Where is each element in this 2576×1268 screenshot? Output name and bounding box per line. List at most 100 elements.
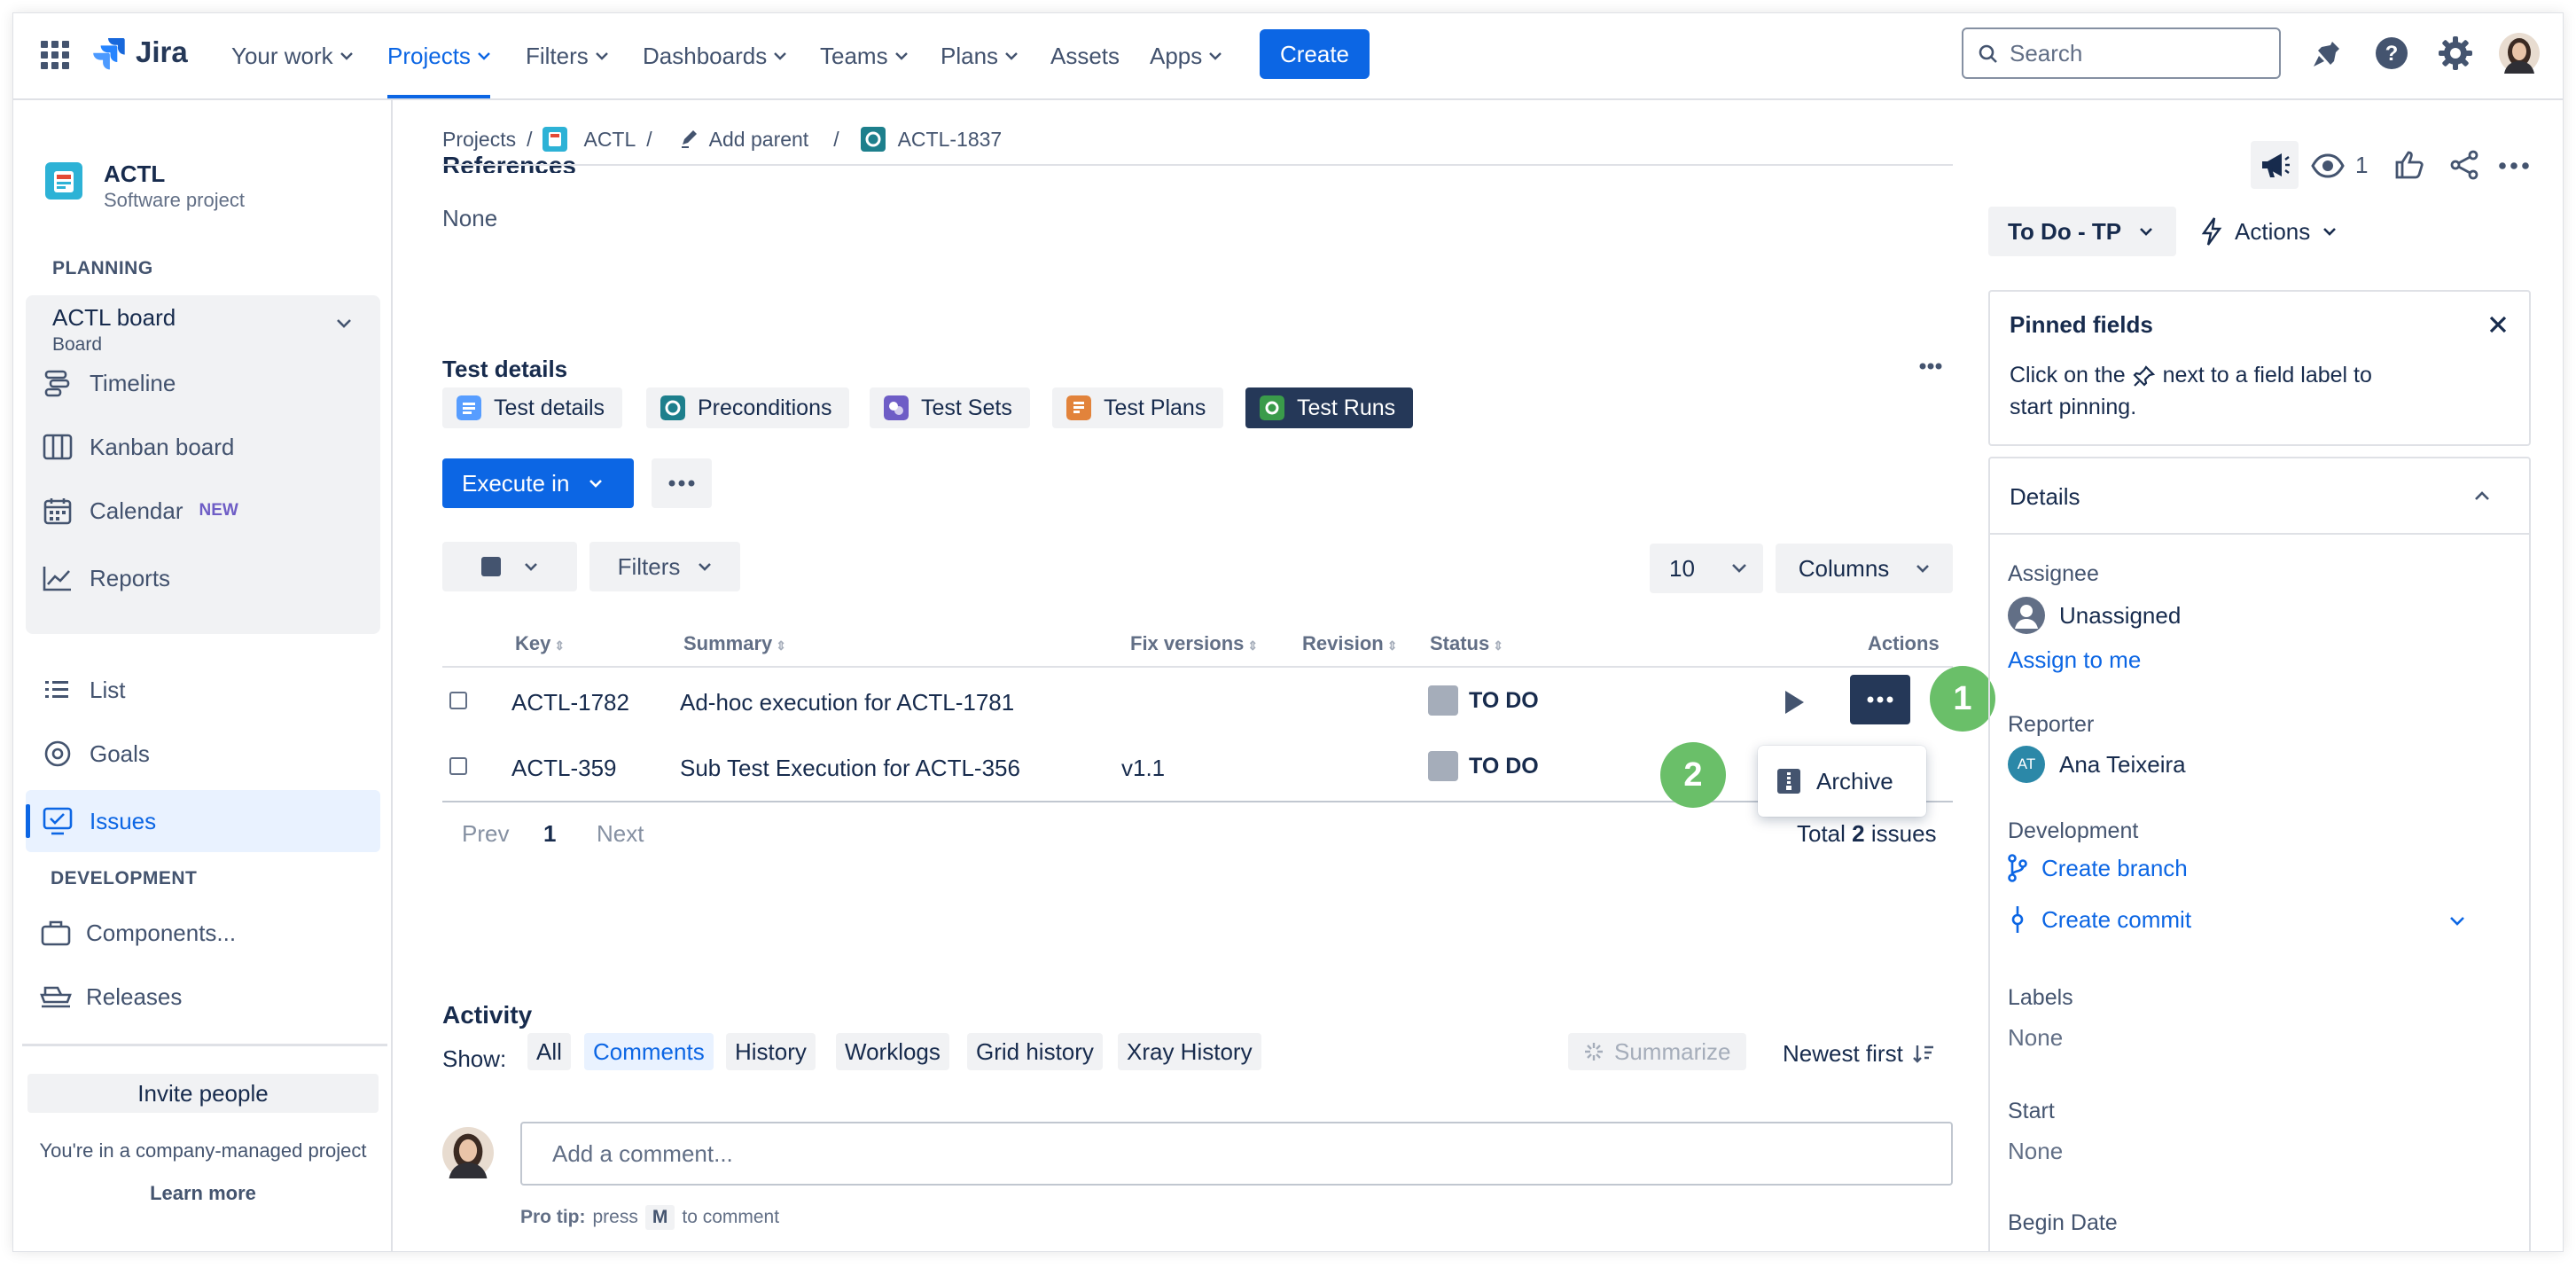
test-details-more-icon[interactable] [1919,363,1942,370]
execute-in-button[interactable]: Execute in [442,458,634,508]
tab-preconditions[interactable]: Preconditions [646,387,850,428]
reporter-field[interactable]: AT Ana Teixeira [2008,746,2186,783]
sidebar-item-timeline[interactable]: Timeline [26,352,380,414]
nav-apps[interactable]: Apps [1150,36,1222,75]
row-1-key-link[interactable]: ACTL-1782 [511,689,629,716]
actions-dropdown[interactable]: Actions [2201,207,2337,256]
assignee-field[interactable]: Unassigned [2008,597,2181,634]
nav-your-work[interactable]: Your work [231,36,353,75]
columns-dropdown[interactable]: Columns [1776,544,1953,593]
details-header[interactable]: Details [1990,458,2529,535]
activity-filter-grid-history[interactable]: Grid history [967,1033,1103,1070]
board-chevron-down-icon[interactable] [336,318,352,329]
table-bottom-divider [442,801,1953,802]
chevron-down-icon [525,563,537,571]
filters-dropdown[interactable]: Filters [589,542,740,591]
board-name[interactable]: ACTL board [52,304,176,332]
tab-test-runs[interactable]: Test Runs [1245,387,1414,428]
row-1-more-actions-button[interactable] [1850,675,1910,724]
status-transition-dropdown[interactable]: To Do - TP [1988,207,2176,256]
column-header-revision[interactable]: Revision ⇕ [1302,632,1397,655]
more-horizontal-icon [1867,696,1893,703]
learn-more-link[interactable]: Learn more [13,1182,393,1205]
announcement-megaphone-icon[interactable] [2251,141,2299,189]
labels-value[interactable]: None [2008,1024,2063,1052]
invite-people-button[interactable]: Invite people [27,1074,379,1113]
activity-filter-xray-history[interactable]: Xray History [1118,1033,1261,1070]
sidebar-item-issues[interactable]: Issues [26,790,380,852]
row-2-key-link[interactable]: ACTL-359 [511,755,617,782]
project-name[interactable]: ACTL [104,160,165,188]
breadcrumb-issue-key[interactable]: ACTL-1837 [898,128,1003,152]
pagination-prev[interactable]: Prev [462,820,509,848]
breadcrumb-projects[interactable]: Projects [442,128,516,152]
nav-assets[interactable]: Assets [1050,36,1120,75]
search-input[interactable]: Search [1962,27,2281,79]
add-parent-link[interactable]: Add parent [709,128,809,152]
sidebar-item-list[interactable]: List [26,659,380,721]
tab-test-details[interactable]: Test details [442,387,623,428]
close-icon[interactable] [2488,315,2508,334]
tab-test-sets[interactable]: Test Sets [870,387,1030,428]
sidebar-item-goals[interactable]: Goals [26,723,380,785]
thumbs-up-icon[interactable] [2394,150,2424,180]
project-avatar-icon[interactable] [45,162,82,200]
create-branch-link[interactable]: Create branch [2008,854,2188,882]
row-checkbox[interactable] [449,692,467,709]
column-header-fix-versions[interactable]: Fix versions ⇕ [1130,632,1258,655]
more-options-icon[interactable] [2499,162,2529,169]
nav-dashboards[interactable]: Dashboards [643,36,787,75]
column-header-summary[interactable]: Summary ⇕ [683,632,786,655]
activity-filter-worklogs[interactable]: Worklogs [836,1033,949,1070]
activity-filter-history[interactable]: History [726,1033,816,1070]
pagination-next[interactable]: Next [597,820,644,848]
comment-input[interactable]: Add a comment... [520,1122,1953,1186]
sidebar-item-components[interactable]: Components... [26,902,380,964]
summarize-button[interactable]: Summarize [1568,1033,1747,1070]
jira-logo[interactable]: Jira [91,35,188,70]
sidebar-item-calendar[interactable]: Calendar NEW [26,480,380,542]
page-size-select[interactable]: 10 [1650,544,1763,593]
sidebar-divider [22,1044,387,1046]
calendar-icon [43,498,72,525]
step-badge-1: 1 [1930,666,1995,732]
nav-plans[interactable]: Plans [941,36,1018,75]
column-label: Summary [683,632,773,654]
sidebar-item-reports[interactable]: Reports [26,547,380,609]
total-issues: Total 2 issues [1797,820,1937,848]
nav-teams[interactable]: Teams [820,36,908,75]
app-switcher-icon[interactable] [40,40,70,70]
column-header-status[interactable]: Status ⇕ [1430,632,1503,655]
settings-gear-icon[interactable] [2437,35,2474,72]
select-all-dropdown[interactable] [442,542,577,591]
nav-filters[interactable]: Filters [526,36,608,75]
user-avatar[interactable] [2499,33,2540,74]
sidebar-item-releases[interactable]: Releases [26,966,380,1028]
activity-filter-comments[interactable]: Comments [584,1033,714,1070]
releases-icon [40,986,72,1008]
help-icon[interactable]: ? [2373,35,2410,72]
row-checkbox[interactable] [449,757,467,775]
tab-test-plans[interactable]: Test Plans [1052,387,1224,428]
breadcrumb-project[interactable]: ACTL [583,128,636,152]
sort-newest-first[interactable]: Newest first [1783,1040,1935,1068]
pagination-current-page[interactable]: 1 [543,820,556,848]
column-header-actions: Actions [1868,632,1940,654]
row-1-run-play-icon[interactable] [1783,689,1806,716]
start-value[interactable]: None [2008,1138,2063,1165]
column-label: Status [1430,632,1490,654]
sidebar-item-kanban-board[interactable]: Kanban board [26,416,380,478]
development-chevron-down-icon[interactable] [2449,916,2465,927]
nav-projects[interactable]: Projects [387,36,490,98]
watch-button[interactable]: 1 [2311,152,2368,179]
assign-to-me-link[interactable]: Assign to me [2008,646,2141,674]
activity-filter-all[interactable]: All [527,1033,571,1070]
execute-more-button[interactable] [652,458,712,508]
create-button[interactable]: Create [1260,29,1370,79]
share-icon[interactable] [2449,150,2479,180]
test-runs-icon [1260,395,1284,420]
notifications-icon[interactable] [2309,36,2345,72]
column-header-key[interactable]: Key ⇕ [515,632,565,655]
create-commit-link[interactable]: Create commit [2008,905,2191,934]
archive-menu-item[interactable]: Archive [1816,768,1893,795]
